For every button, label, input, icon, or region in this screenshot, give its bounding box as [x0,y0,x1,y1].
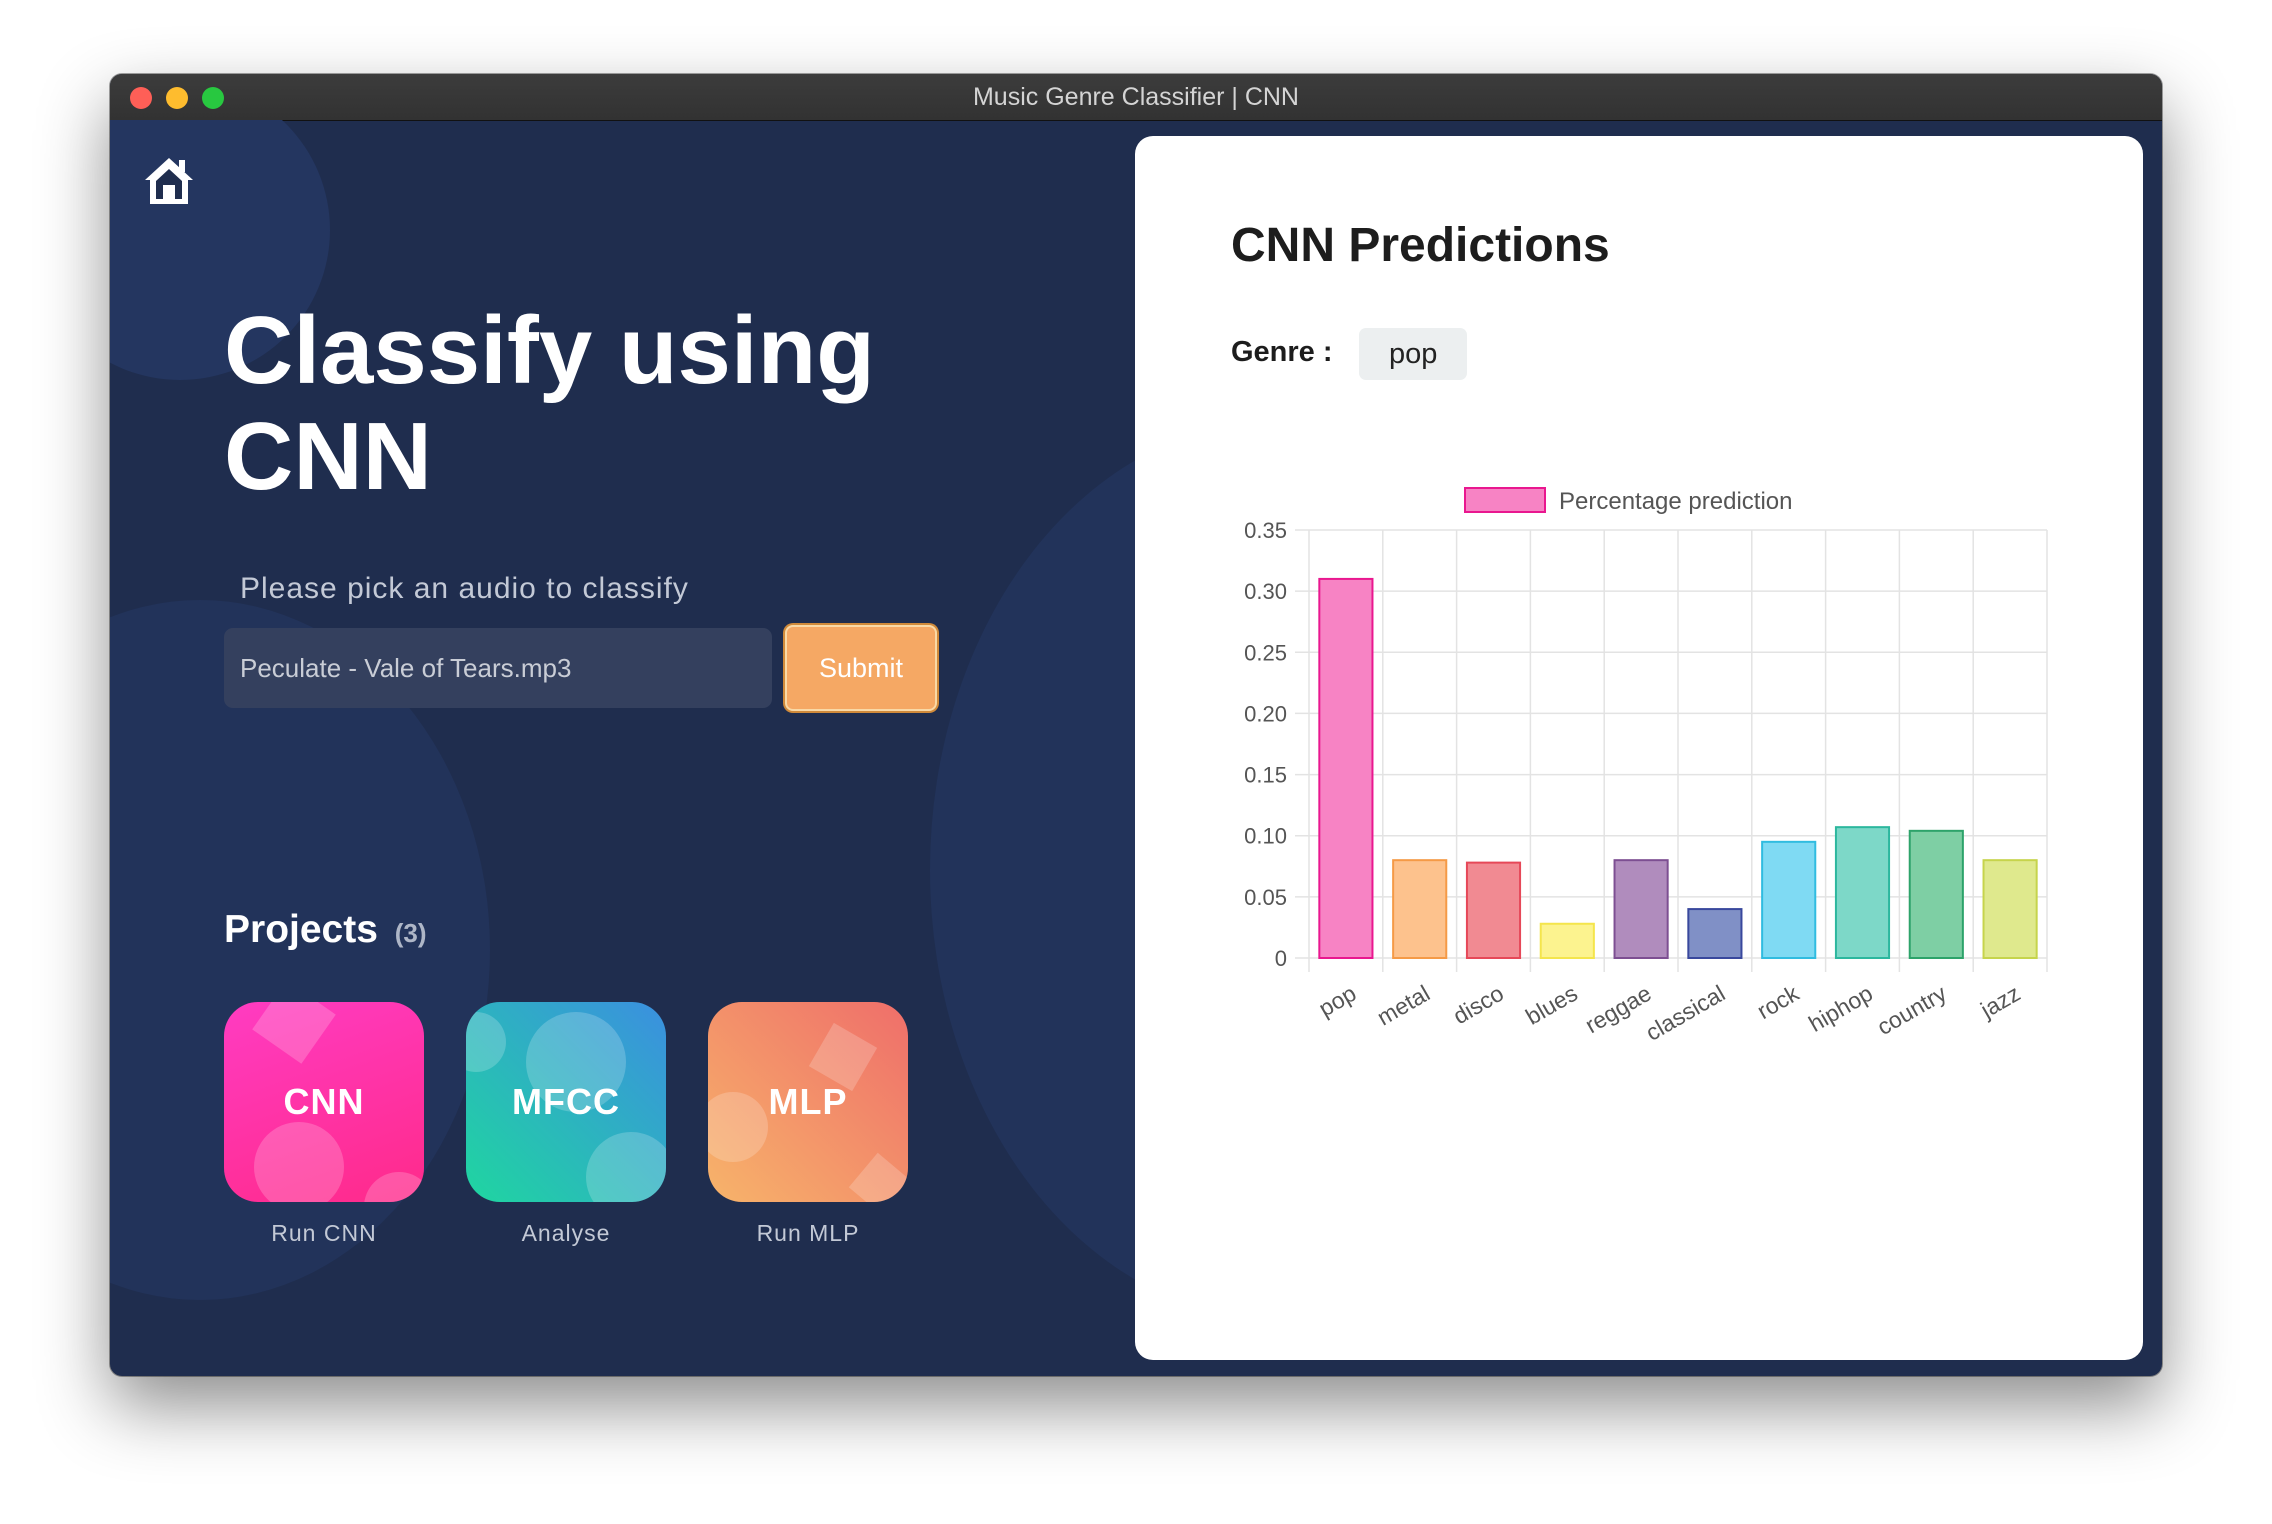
x-tick-label: pop [1314,980,1360,1022]
x-tick-label: metal [1372,980,1434,1031]
y-tick-label: 0.25 [1244,640,1287,665]
predictions-panel: CNN Predictions Genre : pop 0.35 0.30 0.25… [1135,136,2143,1360]
y-tick-label: 0 [1275,946,1287,971]
bar-blues [1539,922,1595,960]
prediction-bar-chart: 0.35 0.30 0.25 0.20 0.15 0.10 0.05 0 pop metal dis… [1244,487,2048,1046]
bar-reggae [1613,859,1669,960]
y-tick-label: 0.05 [1244,885,1287,910]
bar-hiphop [1834,826,1891,960]
x-tick-label: disco [1448,980,1508,1029]
file-picker-label: Please pick an audio to classify [240,572,689,605]
x-tick-label: jazz [1975,980,2024,1023]
bar-country [1908,829,1964,960]
x-tick-label: blues [1521,980,1582,1030]
title-bar: Music Genre Classifier | CNN [110,74,2162,121]
legend-swatch [1464,487,1546,513]
x-tick-label: hiphop [1804,980,1877,1037]
projects-count: (3) [394,918,427,948]
y-tick-label: 0.30 [1244,579,1287,604]
app-window: Music Genre Classifier | CNN Classify us… [110,74,2162,1376]
y-tick-label: 0.15 [1244,763,1287,788]
home-icon[interactable] [142,154,196,208]
project-card-cnn[interactable]: CNN [224,1002,424,1202]
x-tick-label: classical [1641,980,1729,1046]
project-caption: Run MLP [756,1220,860,1246]
bar-pop [1318,577,1374,959]
projects-heading: Projects (3) [224,908,427,952]
legend-label: Percentage prediction [1559,488,1792,515]
projects-title: Projects [224,908,378,951]
x-tick-label: rock [1753,980,1804,1024]
project-card-label: CNN [283,1081,365,1122]
y-tick-label: 0.20 [1244,701,1287,726]
bar-disco [1465,861,1522,959]
y-tick-label: 0.10 [1244,824,1287,849]
window-title: Music Genre Classifier | CNN [972,83,1299,111]
bar-metal [1392,859,1448,960]
bar-rock [1761,840,1817,959]
project-caption: Analyse [521,1220,611,1246]
submit-button[interactable]: Submit [785,625,937,711]
audio-file-input[interactable]: Peculate - Vale of Tears.mp3 [224,628,772,708]
project-caption: Run CNN [271,1220,377,1246]
bar-jazz [1982,859,2038,960]
project-card-label: MLP [768,1081,848,1122]
project-card-mlp[interactable]: MLP [708,1002,908,1202]
x-tick-label: country [1872,980,1951,1040]
y-tick-label: 0.35 [1244,518,1287,543]
bar-classical [1687,908,1743,959]
page-headline: Classify using CNN [224,297,875,510]
project-card-mfcc[interactable]: MFCC [466,1002,666,1202]
project-card-label: MFCC [512,1081,620,1122]
app-content: Classify using CNN Please pick an audio … [110,120,2162,1376]
